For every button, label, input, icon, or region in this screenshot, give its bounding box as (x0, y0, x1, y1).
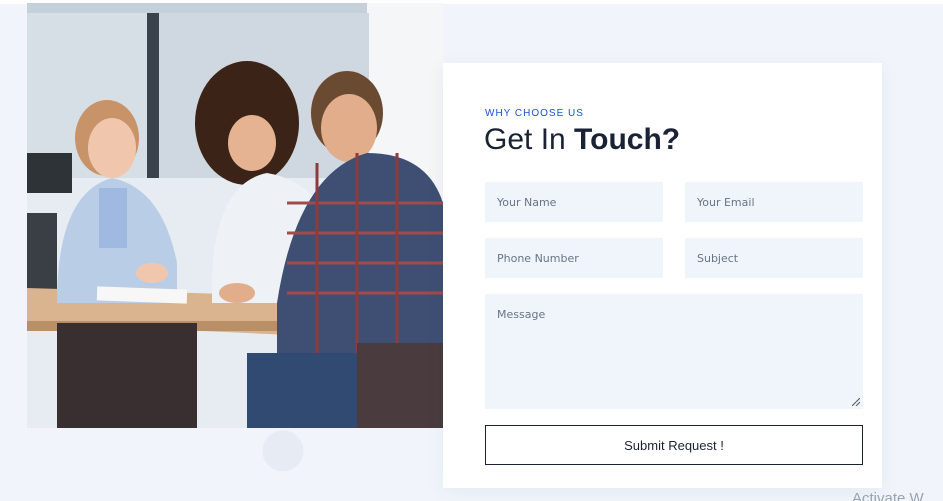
activation-watermark: Activate W (852, 490, 924, 501)
resize-grip-icon[interactable] (852, 398, 860, 406)
subject-input[interactable]: Subject (685, 238, 863, 278)
name-input[interactable]: Your Name (485, 182, 663, 222)
team-meeting-photo (27, 3, 443, 428)
name-placeholder: Your Name (497, 195, 557, 209)
phone-input[interactable]: Phone Number (485, 238, 663, 278)
phone-placeholder: Phone Number (497, 251, 579, 265)
heading-bold-text: Touch? (574, 123, 681, 156)
section-heading: Get In Touch? (484, 123, 680, 157)
contact-form-card: WHY CHOOSE US Get In Touch? Your Name Yo… (443, 63, 882, 488)
section-eyebrow: WHY CHOOSE US (485, 108, 584, 119)
message-placeholder: Message (497, 308, 546, 321)
subject-placeholder: Subject (697, 251, 739, 265)
submit-request-button[interactable]: Submit Request ! (485, 425, 863, 465)
heading-regular-text: Get In (484, 123, 575, 156)
email-placeholder: Your Email (697, 195, 755, 209)
email-input[interactable]: Your Email (685, 182, 863, 222)
message-textarea[interactable]: Message (485, 294, 863, 409)
